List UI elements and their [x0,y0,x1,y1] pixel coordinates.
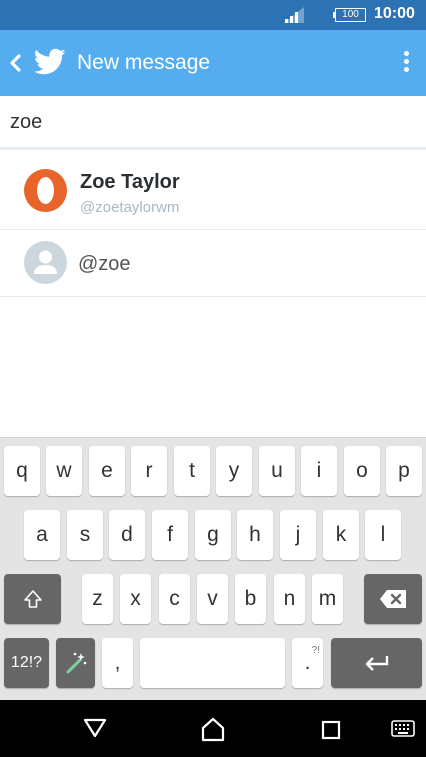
battery-level: 100 [342,9,359,20]
key-h[interactable]: h [237,510,273,560]
key-n[interactable]: n [274,574,305,624]
period-label: . [304,651,311,674]
backspace-key[interactable] [364,574,422,624]
user-handle: @zoetaylorwm [80,199,180,216]
key-m[interactable]: m [312,574,343,624]
list-item[interactable]: Zoe Taylor @zoetaylorwm [0,154,426,230]
key-x[interactable]: x [120,574,151,624]
user-name: Zoe Taylor [80,171,180,193]
twitter-bird-icon [34,48,66,75]
key-u[interactable]: u [259,446,295,496]
overflow-menu-icon[interactable] [396,48,416,78]
key-i[interactable]: i [301,446,337,496]
user-handle: @zoe [78,253,131,275]
key-t[interactable]: t [174,446,210,496]
backspace-icon [380,590,406,608]
shift-icon [23,590,42,608]
shift-key[interactable] [4,574,61,624]
period-alt-label: ?! [311,645,320,656]
status-bar: 100 10:00 [0,0,426,30]
key-w[interactable]: w [46,446,82,496]
signal-icon [284,7,304,23]
app-bar: New message [0,30,426,96]
recents-icon[interactable] [321,720,341,740]
key-f[interactable]: f [152,510,188,560]
default-avatar-icon [24,241,67,284]
key-p[interactable]: p [386,446,422,496]
key-b[interactable]: b [235,574,266,624]
search-bar [0,96,426,150]
period-key[interactable]: ?! . [292,638,323,688]
key-e[interactable]: e [89,446,125,496]
keyboard-icon[interactable] [391,720,415,737]
page-title: New message [77,51,211,74]
key-j[interactable]: j [280,510,316,560]
key-k[interactable]: k [323,510,359,560]
key-d[interactable]: d [109,510,145,560]
navigation-bar [0,700,426,757]
clock: 10:00 [374,5,415,22]
key-v[interactable]: v [197,574,228,624]
key-a[interactable]: a [24,510,60,560]
key-l[interactable]: l [365,510,401,560]
search-input[interactable] [10,108,410,136]
key-s[interactable]: s [67,510,103,560]
enter-key[interactable] [331,638,422,688]
key-y[interactable]: y [216,446,252,496]
keyboard: q w e r t y u i o p a s d f g h j k l z … [0,437,426,700]
key-r[interactable]: r [131,446,167,496]
key-z[interactable]: z [82,574,113,624]
key-q[interactable]: q [4,446,40,496]
battery-icon: 100 [333,8,366,22]
avatar [24,169,67,212]
home-icon[interactable] [200,716,226,742]
space-key[interactable] [140,638,285,688]
back-triangle-icon[interactable] [83,717,107,739]
magic-wand-icon [66,652,86,674]
key-c[interactable]: c [159,574,190,624]
key-g[interactable]: g [195,510,231,560]
magic-key[interactable] [56,638,95,688]
comma-key[interactable]: , [102,638,133,688]
back-icon[interactable] [6,51,24,75]
enter-icon [365,656,388,671]
list-item[interactable]: @zoe [0,230,426,297]
symbols-key[interactable]: 12!? [4,638,49,688]
key-o[interactable]: o [344,446,380,496]
